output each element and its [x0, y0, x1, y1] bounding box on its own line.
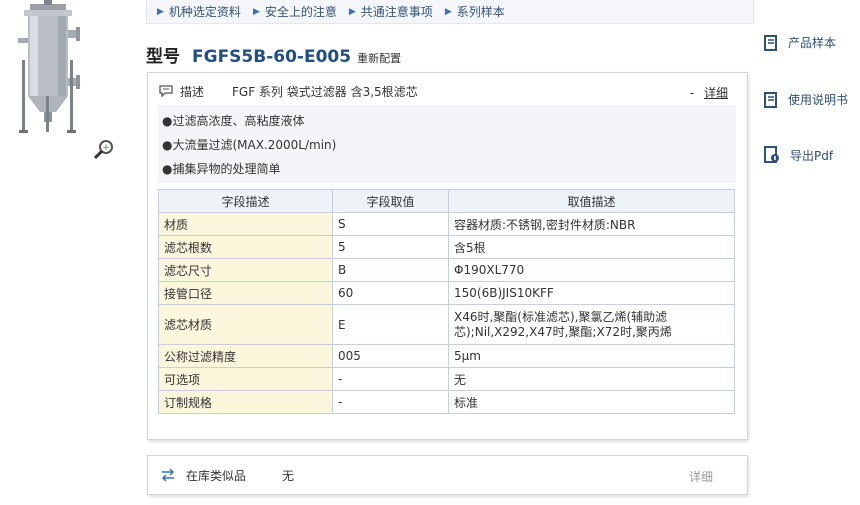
- nav-item-safety[interactable]: ▶ 安全上的注意: [253, 3, 337, 20]
- nav-item-selection-data[interactable]: ▶ 机种选定资料: [157, 3, 241, 20]
- table-row: 接管口径 60 150(6B)JIS10KFF: [158, 281, 735, 305]
- swap-arrows-icon: [161, 468, 175, 482]
- features-list: ●过滤高浓度、高粘度液体 ●大流量过滤(MAX.2000L/min) ●捕集异物…: [158, 105, 736, 183]
- nav-item-label: 机种选定资料: [168, 5, 241, 19]
- field-value: -: [332, 367, 449, 391]
- value-description: 含5根: [448, 235, 735, 259]
- table-row: 订制规格 - 标准: [158, 390, 735, 414]
- spec-panel: 描述 FGF 系列 袋式过滤器 含3,5根滤芯 - 详细 ●过滤高浓度、高粘度液…: [147, 72, 748, 440]
- table-row: 材质 S 容器材质:不锈钢,密封件材质:NBR: [158, 212, 735, 236]
- field-name: 接管口径: [158, 281, 333, 305]
- stock-panel: 在库类似品 无 详细: [147, 455, 748, 495]
- top-nav: ▶ 机种选定资料 ▶ 安全上的注意 ▶ 共通注意事项 ▶ 系列样本: [146, 0, 754, 24]
- spec-table: 字段描述 字段取值 取值描述 材质 S 容器材质:不锈钢,密封件材质:NBR 滤…: [158, 189, 735, 414]
- field-name: 滤芯尺寸: [158, 258, 333, 282]
- reconfigure-link[interactable]: 重新配置: [357, 50, 401, 66]
- description-label: 描述: [180, 84, 205, 99]
- model-number: FGFS5B-60-E005: [192, 47, 352, 67]
- triangle-right-icon: ▶: [444, 6, 452, 17]
- column-header: 取值描述: [448, 189, 735, 213]
- speech-bubble-icon: [159, 85, 173, 98]
- collapse-dash-icon: -: [689, 86, 695, 100]
- triangle-right-icon: ▶: [252, 6, 260, 17]
- field-value: S: [332, 212, 449, 236]
- feature-item: ●大流量过滤(MAX.2000L/min): [162, 138, 337, 152]
- nav-item-common-notes[interactable]: ▶ 共通注意事项: [349, 3, 433, 20]
- nav-item-label: 系列样本: [456, 5, 505, 19]
- stock-label: 在库类似品: [186, 468, 247, 483]
- table-row: 可选项 - 无: [158, 367, 735, 391]
- detail-link[interactable]: 详细: [704, 86, 728, 100]
- table-row: 滤芯材质 E X46时,聚酯(标准滤芯),聚氯乙烯(辅助滤芯);Nil,X292…: [158, 304, 735, 345]
- value-description: 标准: [448, 390, 735, 414]
- table-row: 公称过滤精度 005 5μm: [158, 344, 735, 368]
- svg-text:+: +: [102, 143, 110, 153]
- field-name: 滤芯材质: [158, 304, 333, 345]
- book-icon: [764, 34, 777, 51]
- field-name: 订制规格: [158, 390, 333, 414]
- product-image[interactable]: +: [0, 0, 124, 162]
- value-description: Φ190XL770: [448, 258, 735, 282]
- detail-toggle[interactable]: - 详细: [690, 84, 728, 101]
- value-description: X46时,聚酯(标准滤芯),聚氯乙烯(辅助滤芯);Nil,X292,X47时,聚…: [448, 304, 735, 345]
- triangle-right-icon: ▶: [348, 6, 356, 17]
- field-value: 005: [332, 344, 449, 368]
- zoom-icon[interactable]: +: [92, 138, 116, 162]
- user-manual-link[interactable]: 使用说明书: [764, 91, 848, 108]
- column-header: 字段描述: [158, 189, 333, 213]
- page-title: 型号 FGFS5B-60-E005 重新配置: [146, 42, 401, 67]
- product-catalog-link[interactable]: 产品样本: [764, 34, 836, 51]
- stock-value: 无: [282, 468, 295, 483]
- field-name: 滤芯根数: [158, 235, 333, 259]
- nav-item-series-catalog[interactable]: ▶ 系列样本: [445, 3, 505, 20]
- feature-item: ●捕集异物的处理简单: [162, 162, 281, 176]
- stock-detail-link[interactable]: 详细: [689, 468, 713, 485]
- pdf-export-icon: [764, 146, 779, 163]
- title-label: 型号: [146, 47, 180, 67]
- feature-item: ●过滤高浓度、高粘度液体: [162, 114, 305, 128]
- table-row: 滤芯尺寸 B Φ190XL770: [158, 258, 735, 282]
- field-value: B: [332, 258, 449, 282]
- description-header: 描述 FGF 系列 袋式过滤器 含3,5根滤芯 - 详细: [158, 79, 736, 103]
- value-description: 容器材质:不锈钢,密封件材质:NBR: [448, 212, 735, 236]
- nav-item-label: 共通注意事项: [360, 5, 433, 19]
- field-name: 材质: [158, 212, 333, 236]
- value-description: 5μm: [448, 344, 735, 368]
- field-name: 可选项: [158, 367, 333, 391]
- side-link-label: 使用说明书: [788, 93, 849, 107]
- field-value: 60: [332, 281, 449, 305]
- table-header-row: 字段描述 字段取值 取值描述: [158, 189, 735, 213]
- export-pdf-link[interactable]: 导出Pdf: [764, 146, 833, 164]
- side-link-label: 产品样本: [788, 36, 837, 50]
- description-text: FGF 系列 袋式过滤器 含3,5根滤芯: [232, 84, 418, 99]
- triangle-right-icon: ▶: [157, 6, 164, 17]
- table-row: 滤芯根数 5 含5根: [158, 235, 735, 259]
- field-name: 公称过滤精度: [158, 344, 333, 368]
- column-header: 字段取值: [332, 189, 449, 213]
- value-description: 无: [448, 367, 735, 391]
- book-icon: [764, 91, 777, 108]
- field-value: -: [332, 390, 449, 414]
- value-description: 150(6B)JIS10KFF: [448, 281, 735, 305]
- nav-item-label: 安全上的注意: [264, 5, 337, 19]
- side-link-label: 导出Pdf: [790, 148, 834, 163]
- field-value: E: [332, 304, 449, 345]
- field-value: 5: [332, 235, 449, 259]
